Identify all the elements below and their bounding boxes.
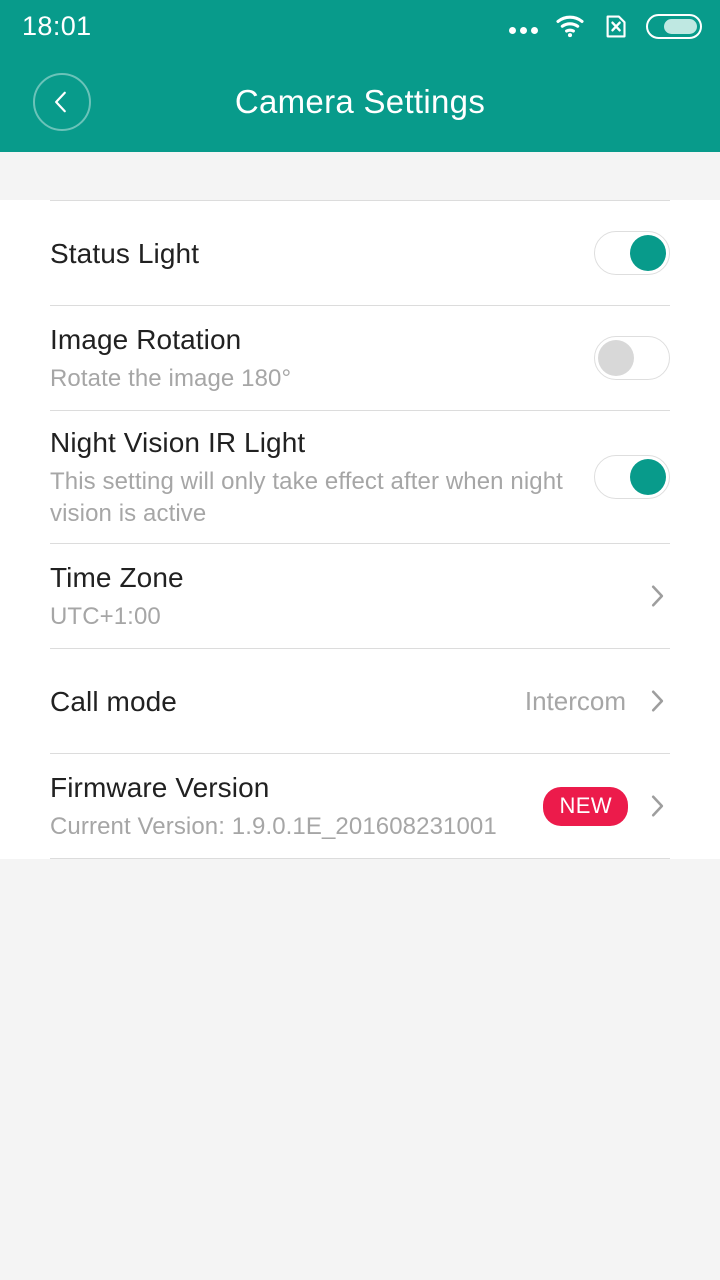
status-bar: 18:01 <box>0 0 720 52</box>
toggle-status-light[interactable] <box>594 231 670 275</box>
battery-icon <box>646 13 702 39</box>
row-text-block: Time Zone UTC+1:00 <box>50 560 644 632</box>
toggle-knob <box>630 459 666 495</box>
toggle-image-rotation[interactable] <box>594 336 670 380</box>
row-title: Time Zone <box>50 561 184 593</box>
row-title: Image Rotation <box>50 323 242 355</box>
setting-row-firmware-version[interactable]: Firmware Version Current Version: 1.9.0.… <box>0 754 720 858</box>
row-title: Status Light <box>50 237 200 269</box>
row-subtitle: Rotate the image 180° <box>50 364 292 392</box>
row-value: Intercom <box>524 685 626 716</box>
row-text-block: Call mode <box>50 684 525 719</box>
setting-row-status-light[interactable]: Status Light <box>0 201 720 305</box>
page-bottom-filler <box>0 859 720 1280</box>
row-subtitle: UTC+1:00 <box>50 602 161 630</box>
row-subtitle: Current Version: 1.9.0.1E_201608231001 <box>50 812 497 840</box>
setting-row-time-zone[interactable]: Time Zone UTC+1:00 <box>0 544 720 648</box>
row-text-block: Firmware Version Current Version: 1.9.0.… <box>50 770 543 842</box>
row-text-block: Image Rotation Rotate the image 180° <box>50 322 594 394</box>
app-bar: Camera Settings <box>0 52 720 152</box>
toggle-night-vision-ir-light[interactable] <box>594 455 670 499</box>
settings-screen: 18:01 Camera Settings Status Light Image… <box>0 0 720 1280</box>
row-title: Call mode <box>50 685 177 717</box>
status-bar-clock: 18:01 <box>22 10 92 41</box>
row-subtitle: This setting will only take effect after… <box>50 468 563 527</box>
page-title: Camera Settings <box>234 83 486 120</box>
row-text-block: Night Vision IR Light This setting will … <box>50 425 594 528</box>
wifi-icon <box>555 14 585 38</box>
back-button[interactable] <box>33 73 91 131</box>
setting-row-image-rotation[interactable]: Image Rotation Rotate the image 180° <box>0 306 720 410</box>
row-title: Night Vision IR Light <box>50 427 306 459</box>
row-text-block: Status Light <box>50 236 594 271</box>
status-badge-new: NEW <box>543 786 628 826</box>
setting-row-night-vision-ir-light[interactable]: Night Vision IR Light This setting will … <box>0 411 720 543</box>
setting-row-call-mode[interactable]: Call mode Intercom <box>0 649 720 753</box>
chevron-right-icon <box>651 795 664 817</box>
settings-card: Status Light Image Rotation Rotate the i… <box>0 200 720 859</box>
sim-card-off-icon <box>602 13 629 40</box>
content-top-spacer <box>0 152 720 200</box>
more-dots-icon <box>509 13 538 39</box>
status-bar-icons <box>509 13 702 40</box>
chevron-right-icon <box>651 585 664 607</box>
row-title: Firmware Version <box>50 771 270 803</box>
toggle-knob <box>630 235 666 271</box>
chevron-left-icon <box>54 91 66 113</box>
chevron-right-icon <box>651 690 664 712</box>
toggle-knob <box>598 340 634 376</box>
